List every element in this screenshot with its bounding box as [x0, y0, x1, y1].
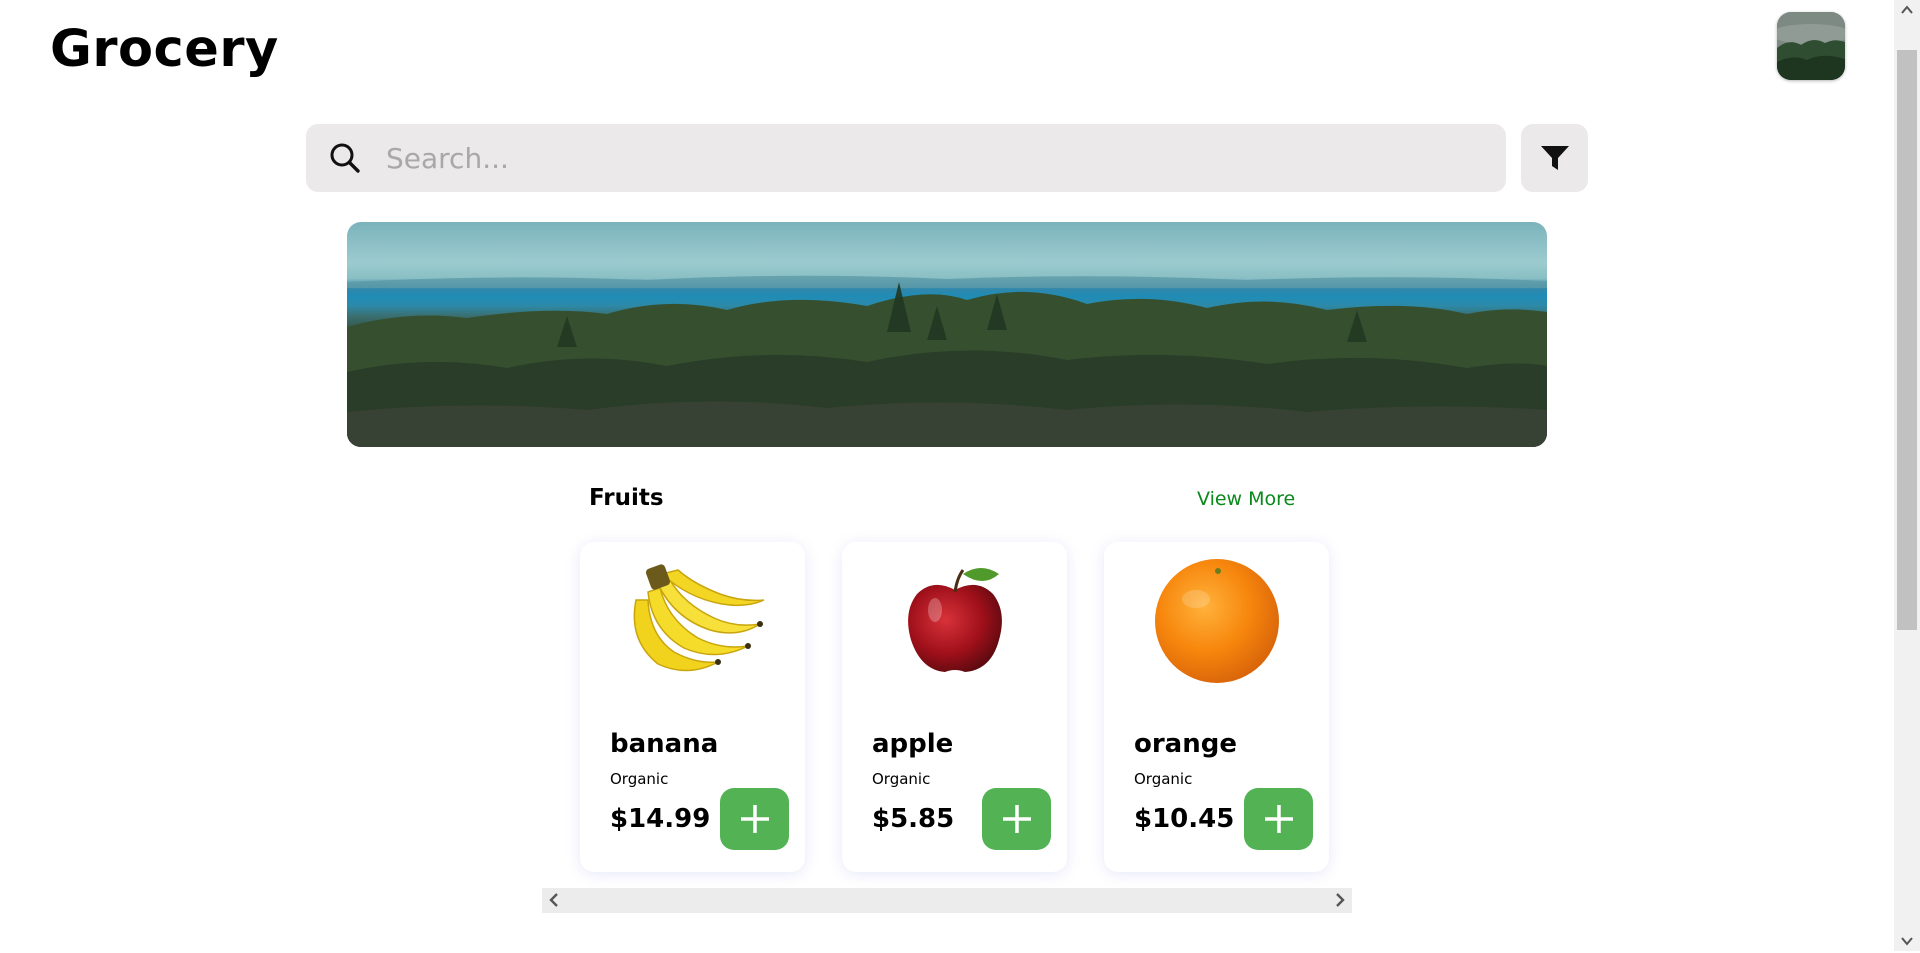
product-name: orange	[1134, 729, 1237, 759]
product-card-apple[interactable]: apple Organic $5.85	[842, 542, 1067, 872]
product-price: $5.85	[872, 804, 955, 834]
scroll-up-icon[interactable]	[1899, 2, 1915, 18]
avatar-image-icon	[1777, 12, 1845, 80]
plus-icon	[1264, 805, 1293, 833]
apple-image	[862, 550, 1047, 690]
product-name: banana	[610, 729, 719, 759]
add-to-cart-button[interactable]	[982, 788, 1051, 850]
plus-icon	[1002, 805, 1031, 833]
search-input[interactable]	[386, 141, 1466, 175]
filter-button[interactable]	[1521, 124, 1588, 192]
landscape-banner-image	[347, 275, 1547, 447]
promo-banner	[347, 222, 1547, 447]
product-carousel: banana Organic $14.99 apple Organic $5.8…	[543, 535, 1351, 880]
product-name: apple	[872, 729, 954, 759]
product-tag: Organic	[872, 770, 931, 788]
product-price: $10.45	[1134, 804, 1235, 834]
add-to-cart-button[interactable]	[720, 788, 789, 850]
filter-icon	[1540, 146, 1569, 170]
product-card-orange[interactable]: orange Organic $10.45	[1104, 542, 1329, 872]
page: Grocery Search... Fruits View More banan…	[0, 0, 1894, 951]
page-scrollbar[interactable]	[1894, 0, 1920, 951]
product-tag: Organic	[610, 770, 669, 788]
carousel-scrollbar[interactable]	[542, 888, 1352, 913]
section-title: Fruits	[589, 485, 664, 511]
scroll-down-icon[interactable]	[1899, 933, 1915, 949]
product-price: $14.99	[610, 804, 711, 834]
banana-image	[600, 550, 785, 690]
user-avatar[interactable]	[1777, 12, 1845, 80]
add-to-cart-button[interactable]	[1244, 788, 1313, 850]
search-icon	[328, 141, 362, 175]
orange-image	[1124, 550, 1309, 690]
page-scrollbar-thumb[interactable]	[1897, 50, 1917, 630]
product-tag: Organic	[1134, 770, 1193, 788]
app-title: Grocery	[50, 20, 279, 79]
search-bar	[306, 124, 1506, 192]
scroll-right-icon[interactable]	[1332, 891, 1348, 909]
view-more-link[interactable]: View More	[1197, 488, 1295, 510]
scroll-left-icon[interactable]	[546, 891, 562, 909]
product-card-banana[interactable]: banana Organic $14.99	[580, 542, 805, 872]
plus-icon	[740, 805, 769, 833]
